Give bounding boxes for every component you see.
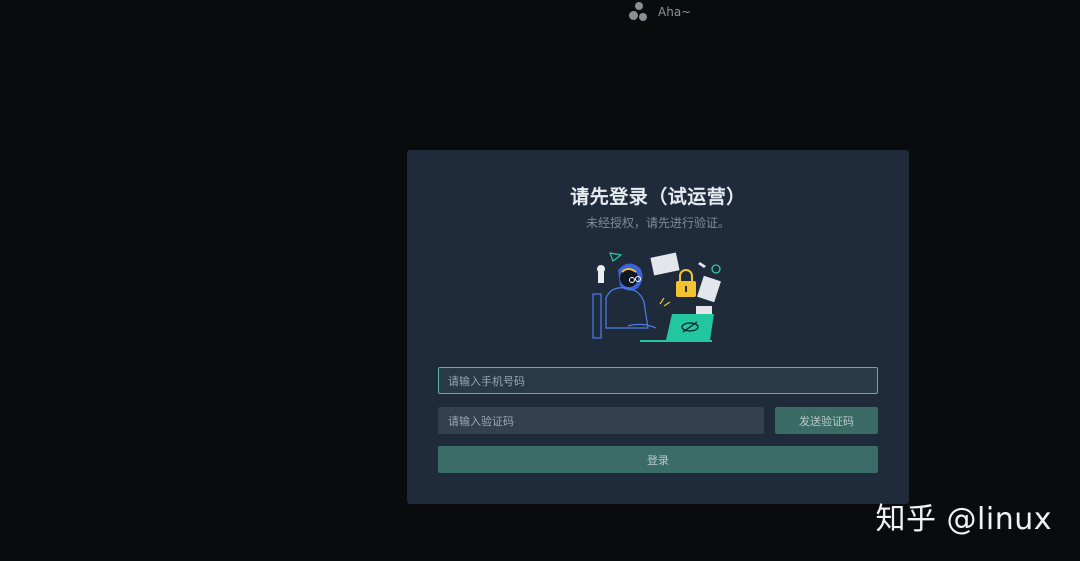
send-code-button[interactable]: 发送验证码 [775,407,878,434]
phone-input-placeholder: 请输入手机号码 [448,374,525,388]
login-subtitle: 未经授权，请先进行验证。 [585,216,730,230]
login-button[interactable]: 登录 [438,446,878,473]
watermark: 知乎 @linux [875,502,1052,537]
logo-icon [628,1,650,23]
verification-code-input[interactable]: 请输入验证码 [438,407,764,434]
code-input-placeholder: 请输入验证码 [448,414,514,428]
login-title: 请先登录（试运营） [570,186,746,208]
security-illustration [592,252,721,342]
top-bar: Aha~ [628,0,691,24]
phone-input[interactable]: 请输入手机号码 [438,367,878,394]
app-name: Aha~ [658,5,692,19]
